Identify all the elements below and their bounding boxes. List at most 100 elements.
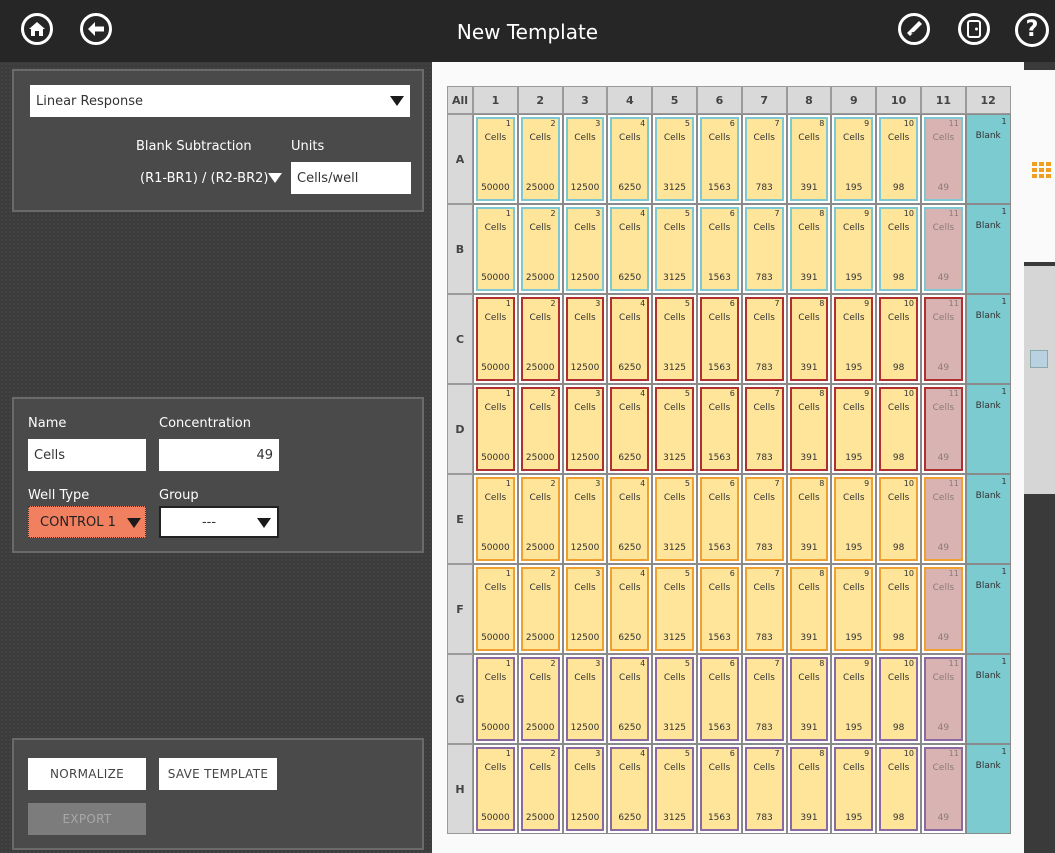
plate-well[interactable]: Cells 98 10 <box>876 294 921 384</box>
plate-well[interactable]: Cells 783 7 <box>741 204 787 294</box>
plate-well[interactable]: Cells 12500 3 <box>562 204 608 294</box>
blank-subtraction-select[interactable]: (R1-BR1) / (R2-BR2) <box>136 162 282 194</box>
plate-well[interactable]: Cells 3125 5 <box>652 384 697 474</box>
plate-well[interactable]: Cells 195 9 <box>831 384 877 474</box>
blank-well[interactable]: Blank 1 <box>965 384 1011 474</box>
plate-well[interactable]: Cells 6250 4 <box>607 384 653 474</box>
plate-well[interactable]: Cells 50000 1 <box>473 564 518 654</box>
column-header[interactable]: 1 <box>473 86 518 114</box>
plate-well[interactable]: Cells 49 11 <box>921 564 966 654</box>
plate-well[interactable]: Cells 49 11 <box>921 294 966 384</box>
plate-well[interactable]: Cells 195 9 <box>831 654 877 744</box>
plate-view-tab[interactable] <box>1024 70 1055 262</box>
plate-well[interactable]: Cells 50000 1 <box>473 474 518 564</box>
plate-well[interactable]: Cells 783 7 <box>741 474 787 564</box>
plate-well[interactable]: Cells 50000 1 <box>473 204 518 294</box>
plate-well[interactable]: Cells 98 10 <box>876 114 921 204</box>
plate-well[interactable]: Cells 391 8 <box>786 564 832 654</box>
plate-well[interactable]: Cells 391 8 <box>786 744 832 834</box>
plate-well[interactable]: Cells 391 8 <box>786 294 832 384</box>
plate-well[interactable]: Cells 6250 4 <box>607 564 653 654</box>
plate-well[interactable]: Cells 783 7 <box>741 654 787 744</box>
chart-view-tab[interactable] <box>1024 266 1055 494</box>
plate-well[interactable]: Cells 6250 4 <box>607 114 653 204</box>
column-header[interactable]: 8 <box>786 86 832 114</box>
plate-well[interactable]: Cells 3125 5 <box>652 744 697 834</box>
plate-well[interactable]: Cells 391 8 <box>786 114 832 204</box>
plate-well[interactable]: Cells 1563 6 <box>697 564 742 654</box>
plate-well[interactable]: Cells 195 9 <box>831 744 877 834</box>
plate-well[interactable]: Cells 195 9 <box>831 294 877 384</box>
plate-well[interactable]: Cells 195 9 <box>831 204 877 294</box>
save-template-button[interactable]: SAVE TEMPLATE <box>159 758 277 790</box>
blank-well[interactable]: Blank 1 <box>965 564 1011 654</box>
plate-well[interactable]: Cells 98 10 <box>876 744 921 834</box>
row-header[interactable]: C <box>447 294 473 384</box>
plate-well[interactable]: Cells 25000 2 <box>517 384 563 474</box>
exit-button[interactable] <box>958 13 990 45</box>
plate-well[interactable]: Cells 25000 2 <box>517 294 563 384</box>
plate-well[interactable]: Cells 12500 3 <box>562 294 608 384</box>
blank-well[interactable]: Blank 1 <box>965 114 1011 204</box>
plate-well[interactable]: Cells 25000 2 <box>517 654 563 744</box>
concentration-input[interactable]: 49 <box>159 439 279 471</box>
blank-well[interactable]: Blank 1 <box>965 294 1011 384</box>
row-header[interactable]: D <box>447 384 473 474</box>
help-button[interactable]: ? <box>1015 13 1049 47</box>
column-header[interactable]: 4 <box>607 86 653 114</box>
plate-well[interactable]: Cells 25000 2 <box>517 744 563 834</box>
plate-well[interactable]: Cells 98 10 <box>876 384 921 474</box>
plate-well[interactable]: Cells 12500 3 <box>562 654 608 744</box>
plate-well[interactable]: Cells 49 11 <box>921 474 966 564</box>
row-header[interactable]: A <box>447 114 473 204</box>
row-header[interactable]: G <box>447 654 473 744</box>
row-header[interactable]: F <box>447 564 473 654</box>
plate-well[interactable]: Cells 12500 3 <box>562 744 608 834</box>
plate-well[interactable]: Cells 12500 3 <box>562 114 608 204</box>
plate-well[interactable]: Cells 6250 4 <box>607 744 653 834</box>
plate-well[interactable]: Cells 391 8 <box>786 384 832 474</box>
plate-well[interactable]: Cells 49 11 <box>921 744 966 834</box>
plate-well[interactable]: Cells 391 8 <box>786 204 832 294</box>
plate-well[interactable]: Cells 195 9 <box>831 564 877 654</box>
row-header[interactable]: B <box>447 204 473 294</box>
normalize-button[interactable]: NORMALIZE <box>28 758 146 790</box>
column-header[interactable]: 10 <box>876 86 921 114</box>
plate-well[interactable]: Cells 195 9 <box>831 114 877 204</box>
plate-well[interactable]: Cells 12500 3 <box>562 384 608 474</box>
plate-well[interactable]: Cells 12500 3 <box>562 474 608 564</box>
plate-well[interactable]: Cells 25000 2 <box>517 474 563 564</box>
plate-well[interactable]: Cells 391 8 <box>786 474 832 564</box>
plate-well[interactable]: Cells 50000 1 <box>473 294 518 384</box>
plate-well[interactable]: Cells 3125 5 <box>652 204 697 294</box>
group-select[interactable]: --- <box>159 506 279 538</box>
plate-well[interactable]: Cells 391 8 <box>786 654 832 744</box>
column-header[interactable]: 3 <box>562 86 608 114</box>
column-header[interactable]: 12 <box>965 86 1011 114</box>
plate-well[interactable]: Cells 1563 6 <box>697 114 742 204</box>
plate-well[interactable]: Cells 783 7 <box>741 114 787 204</box>
plate-well[interactable]: Cells 50000 1 <box>473 384 518 474</box>
plate-well[interactable]: Cells 1563 6 <box>697 474 742 564</box>
analysis-method-select[interactable]: Linear Response <box>30 85 410 117</box>
row-header[interactable]: E <box>447 474 473 564</box>
plate-well[interactable]: Cells 6250 4 <box>607 294 653 384</box>
blank-well[interactable]: Blank 1 <box>965 744 1011 834</box>
well-type-select[interactable]: CONTROL 1 <box>28 506 146 538</box>
plate-well[interactable]: Cells 3125 5 <box>652 114 697 204</box>
plate-well[interactable]: Cells 783 7 <box>741 384 787 474</box>
plate-well[interactable]: Cells 98 10 <box>876 654 921 744</box>
plate-well[interactable]: Cells 25000 2 <box>517 564 563 654</box>
column-header[interactable]: 11 <box>921 86 966 114</box>
tools-button[interactable]: 25 <box>898 13 930 45</box>
plate-well[interactable]: Cells 195 9 <box>831 474 877 564</box>
plate-well[interactable]: Cells 6250 4 <box>607 474 653 564</box>
plate-well[interactable]: Cells 50000 1 <box>473 654 518 744</box>
plate-well[interactable]: Cells 3125 5 <box>652 564 697 654</box>
export-button[interactable]: EXPORT <box>28 803 146 835</box>
plate-well[interactable]: Cells 6250 4 <box>607 204 653 294</box>
plate-well[interactable]: Cells 6250 4 <box>607 654 653 744</box>
column-header[interactable]: 9 <box>831 86 877 114</box>
plate-well[interactable]: Cells 783 7 <box>741 564 787 654</box>
blank-well[interactable]: Blank 1 <box>965 474 1011 564</box>
